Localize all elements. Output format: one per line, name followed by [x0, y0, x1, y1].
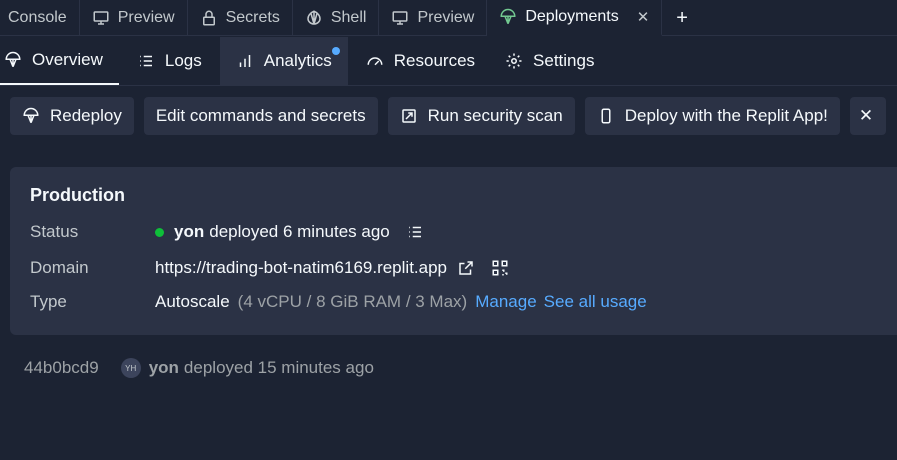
notification-badge: [331, 47, 340, 55]
production-card: Production Status yon deployed 6 minutes…: [10, 167, 897, 335]
subtab-overview[interactable]: Overview: [0, 37, 119, 85]
tab-label: Shell: [330, 9, 367, 26]
deployment-subtabs: Overview Logs Analytics Resources Settin…: [0, 37, 897, 86]
card-title: Production: [30, 185, 125, 205]
phone-icon: [601, 108, 611, 124]
tab-label: Console: [8, 9, 67, 26]
button-label: Edit commands and secrets: [155, 106, 366, 125]
subtab-label: Analytics: [263, 51, 332, 70]
subtab-analytics[interactable]: Analytics: [219, 37, 348, 85]
close-icon[interactable]: ✕: [637, 8, 650, 26]
type-value: Autoscale: [155, 292, 230, 311]
button-label: Redeploy: [50, 106, 122, 125]
deployment-actions: Redeploy Edit commands and secrets Run s…: [10, 97, 886, 135]
subtab-label: Overview: [32, 50, 103, 69]
tab-preview-2[interactable]: Preview: [379, 0, 488, 36]
scan-icon: [401, 109, 416, 123]
history-user: yon: [148, 358, 179, 377]
deployments-icon: [5, 51, 21, 68]
security-scan-button[interactable]: Run security scan: [387, 97, 575, 135]
manage-link[interactable]: Manage: [475, 292, 536, 312]
tab-console[interactable]: Console: [0, 0, 80, 36]
history-text: deployed 15 minutes ago: [183, 358, 374, 377]
tab-label: Deployments: [525, 8, 619, 25]
see-usage-link[interactable]: See all usage: [544, 292, 647, 312]
subtab-label: Settings: [533, 51, 595, 70]
tab-preview[interactable]: Preview: [80, 0, 188, 36]
button-label: Deploy with the Replit App!: [624, 106, 828, 125]
deployment-history-row[interactable]: 44b0bcd9 YH yon deployed 15 minutes ago: [24, 358, 374, 378]
deployments-icon: [500, 8, 516, 25]
status-label: Status: [30, 222, 79, 241]
deployments-icon: [23, 107, 39, 124]
redeploy-button[interactable]: Redeploy: [10, 97, 134, 135]
dismiss-button[interactable]: ✕: [849, 97, 886, 135]
tab-label: Preview: [117, 9, 175, 26]
commit-hash: 44b0bcd9: [24, 358, 99, 377]
external-link-icon[interactable]: [457, 259, 475, 277]
list-icon: [139, 55, 152, 67]
status-row: Status yon deployed 6 minutes ago: [30, 222, 424, 242]
domain-row: Domain https://trading-bot-natim6169.rep…: [30, 258, 509, 278]
avatar: YH: [120, 358, 141, 378]
domain-link[interactable]: https://trading-bot-natim6169.replit.app: [155, 258, 447, 278]
status-indicator: [155, 227, 164, 237]
bar-chart-icon: [239, 55, 250, 67]
tab-label: Preview: [417, 9, 475, 26]
button-label: Run security scan: [427, 106, 563, 125]
status-text: deployed 6 minutes ago: [209, 222, 390, 241]
edit-commands-button[interactable]: Edit commands and secrets: [143, 97, 378, 135]
type-detail: (4 vCPU / 8 GiB RAM / 3 Max): [237, 292, 468, 311]
tab-secrets[interactable]: Secrets: [188, 0, 293, 36]
plus-icon: +: [676, 6, 688, 29]
domain-label: Domain: [30, 258, 89, 277]
subtab-label: Resources: [393, 51, 476, 70]
gear-icon: [506, 53, 522, 69]
type-row: Type Autoscale (4 vCPU / 8 GiB RAM / 3 M…: [30, 292, 647, 312]
subtab-logs[interactable]: Logs: [121, 37, 218, 85]
subtab-label: Logs: [164, 51, 202, 70]
replit-app-button[interactable]: Deploy with the Replit App!: [584, 97, 840, 135]
subtab-resources[interactable]: Resources: [350, 37, 491, 85]
tab-shell[interactable]: Shell: [293, 0, 380, 36]
tab-bar: Console Preview Secrets Shell Preview De…: [0, 0, 897, 36]
shell-icon: [307, 10, 321, 25]
monitor-icon: [93, 11, 109, 25]
list-icon[interactable]: [406, 223, 424, 241]
new-tab-button[interactable]: +: [662, 0, 702, 36]
qr-code-icon[interactable]: [491, 259, 509, 277]
lock-icon: [202, 10, 215, 26]
subtab-settings[interactable]: Settings: [493, 37, 610, 85]
gauge-icon: [367, 57, 383, 66]
close-icon: ✕: [858, 106, 874, 125]
monitor-icon: [392, 11, 408, 25]
type-label: Type: [30, 292, 67, 311]
status-user: yon: [174, 222, 205, 241]
tab-label: Secrets: [225, 9, 280, 26]
tab-deployments[interactable]: Deployments ✕: [487, 0, 663, 36]
